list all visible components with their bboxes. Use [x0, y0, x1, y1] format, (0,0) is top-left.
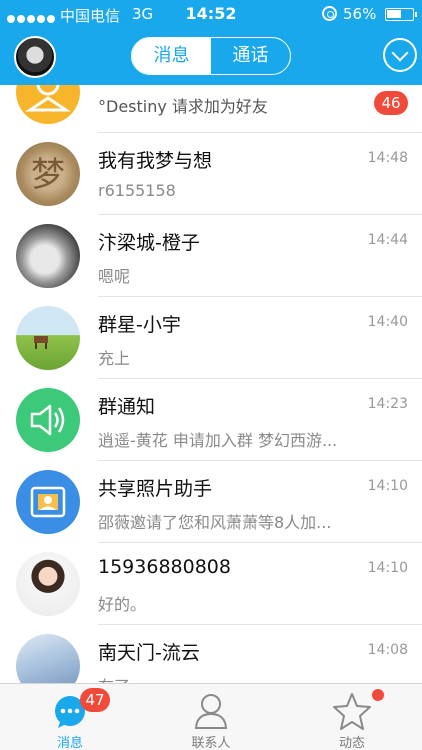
message-preview: 邵薇邀请了您和风萧萧等8人加... — [98, 513, 332, 532]
avatar — [16, 552, 80, 616]
message-time: 14:44 — [367, 232, 408, 248]
list-item[interactable]: 南天门-流云 14:08 在了 — [0, 625, 422, 683]
photo-share-icon — [16, 470, 80, 534]
list-item[interactable]: 15936880808 14:10 好的。 — [0, 543, 422, 625]
contact-name: 群通知 — [98, 396, 156, 418]
star-icon — [333, 693, 371, 730]
new-activity-dot — [372, 689, 384, 701]
message-preview: 在了 — [98, 673, 130, 683]
status-bar: 中国电信 3G 14:52 56% — [0, 0, 422, 28]
contacts-icon — [194, 694, 228, 729]
friend-request-icon — [16, 85, 80, 124]
svg-text:梦: 梦 — [31, 155, 65, 195]
unread-total-badge: 47 — [80, 688, 110, 712]
avatar — [16, 224, 80, 288]
tab-label: 动态 — [338, 736, 365, 750]
unread-badge: 46 — [374, 91, 408, 115]
message-time: 14:23 — [367, 396, 408, 412]
contact-name: 汴梁城-橙子 — [98, 232, 200, 254]
contact-name: 南天门-流云 — [98, 642, 200, 664]
message-preview: 好的。 — [98, 595, 147, 614]
contact-name: 共享照片助手 — [98, 478, 213, 500]
header-segmented-control: 消息 通话 — [131, 37, 291, 75]
message-time: 14:48 — [367, 150, 408, 166]
tab-label: 消息 — [56, 736, 83, 750]
contact-name: 我有我梦与想 — [98, 150, 213, 172]
list-item[interactable]: 群星-小宇 14:40 充上 — [0, 297, 422, 379]
speaker-icon — [16, 388, 80, 452]
top-bar: 中国电信 3G 14:52 56% 消息 通话 — [0, 0, 422, 85]
chevron-down-icon[interactable] — [383, 38, 417, 72]
avatar — [16, 306, 80, 370]
bottom-tab-bar: 47 消息 联系人 动态 — [0, 683, 422, 750]
tab-label: 联系人 — [191, 736, 231, 750]
list-item[interactable]: °Destiny 请求加为好友 46 — [0, 85, 422, 133]
battery-icon — [385, 8, 417, 21]
message-preview: 嗯呢 — [98, 267, 131, 286]
message-time: 14:40 — [367, 314, 408, 330]
tab-messages-bottom[interactable]: 47 消息 — [0, 684, 140, 750]
message-preview: r6155158 — [98, 181, 176, 200]
message-preview: 逍遥-黄花 申请加入群 梦幻西游... — [98, 431, 338, 450]
list-item[interactable]: 梦 我有我梦与想 14:48 r6155158 — [0, 133, 422, 215]
list-item[interactable]: 汴梁城-橙子 14:44 嗯呢 — [0, 215, 422, 297]
list-item[interactable]: 共享照片助手 14:10 邵薇邀请了您和风萧萧等8人加... — [0, 461, 422, 543]
list-item[interactable]: 群通知 14:23 逍遥-黄花 申请加入群 梦幻西游... — [0, 379, 422, 461]
avatar — [16, 634, 80, 683]
tab-calls[interactable]: 通话 — [211, 38, 290, 74]
avatar: 梦 — [16, 142, 80, 206]
rotation-lock-icon — [322, 6, 337, 21]
tab-feed[interactable]: 动态 — [282, 684, 422, 750]
tab-messages[interactable]: 消息 — [132, 38, 211, 74]
message-time: 14:08 — [367, 642, 408, 658]
message-time: 14:10 — [367, 560, 408, 576]
conversation-list[interactable]: °Destiny 请求加为好友 46 梦 我有我梦与想 14:48 r61551… — [0, 85, 422, 683]
message-time: 14:10 — [367, 478, 408, 494]
message-preview: 充上 — [98, 349, 131, 368]
contact-name: 15936880808 — [98, 556, 231, 578]
message-preview: °Destiny 请求加为好友 — [98, 97, 268, 116]
tab-contacts[interactable]: 联系人 — [141, 684, 281, 750]
contact-name: 群星-小宇 — [98, 314, 181, 336]
my-avatar[interactable] — [14, 36, 56, 78]
battery-percent: 56% — [343, 5, 377, 23]
